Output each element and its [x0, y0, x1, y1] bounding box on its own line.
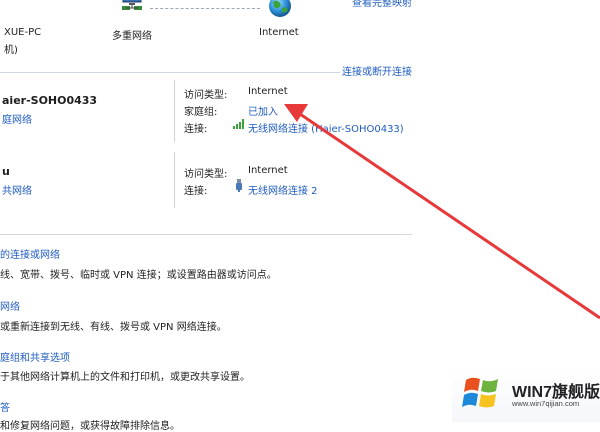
- multiple-networks-icon: [120, 0, 144, 14]
- usb-adapter-icon: [235, 179, 243, 195]
- setup-connection-link[interactable]: 的连接或网络: [0, 246, 60, 261]
- signal-bars-icon: [233, 119, 245, 132]
- tasks-divider: [0, 234, 412, 235]
- network2-type-link[interactable]: 共网络: [2, 182, 32, 197]
- watermark-url: www.win7qijian.com: [512, 399, 580, 408]
- windows-logo-icon: [462, 374, 502, 415]
- computer-name-label: XUE-PC: [4, 27, 42, 38]
- connect-network-link[interactable]: 网络: [0, 298, 20, 313]
- network1-name: aier-SOHO0433: [2, 94, 98, 107]
- network1-homegroup-label: 家庭组:: [184, 107, 218, 118]
- computer-suffix-label: 机): [4, 45, 18, 56]
- troubleshoot-desc: 和修复网络问题，或获得故障排除信息。: [0, 421, 180, 432]
- homegroup-sharing-desc: 于其他网络计算机上的文件和打印机，或更改共享设置。: [0, 372, 250, 383]
- section-divider: [0, 72, 340, 73]
- annotation-arrow: [284, 104, 600, 320]
- network2-access-type-label: 访问类型:: [184, 169, 228, 180]
- network2-name: u: [2, 165, 10, 178]
- network1-connection-link[interactable]: 无线网络连接 (Haier-SOHO0433): [248, 120, 404, 135]
- homegroup-sharing-link[interactable]: 庭组和共享选项: [0, 349, 70, 364]
- homegroup-joined-link[interactable]: 已加入: [248, 103, 278, 118]
- network2-divider: [174, 152, 175, 208]
- network1-type-link[interactable]: 庭网络: [2, 111, 32, 126]
- network1-access-type-label: 访问类型:: [184, 90, 228, 101]
- internet-label: Internet: [259, 27, 299, 38]
- network1-access-type-value: Internet: [248, 86, 288, 97]
- map-connector: [150, 8, 260, 9]
- multiple-networks-label: 多重网络: [112, 31, 152, 42]
- internet-globe-icon: [267, 0, 293, 18]
- connect-disconnect-link[interactable]: 连接或断开连接: [342, 63, 412, 78]
- view-full-map-link[interactable]: 查看完整映射: [352, 0, 412, 9]
- network1-divider: [174, 80, 175, 142]
- setup-connection-desc: 线、宽带、拨号、临时或 VPN 连接；或设置路由器或访问点。: [0, 270, 277, 281]
- network2-connection-link[interactable]: 无线网络连接 2: [248, 182, 318, 197]
- network2-connection-label: 连接:: [184, 186, 208, 197]
- network2-access-type-value: Internet: [248, 165, 288, 176]
- connect-network-desc: 或重新连接到无线、有线、拨号或 VPN 网络连接。: [0, 322, 227, 333]
- network1-connection-label: 连接:: [184, 124, 208, 135]
- troubleshoot-link[interactable]: 答: [0, 399, 10, 414]
